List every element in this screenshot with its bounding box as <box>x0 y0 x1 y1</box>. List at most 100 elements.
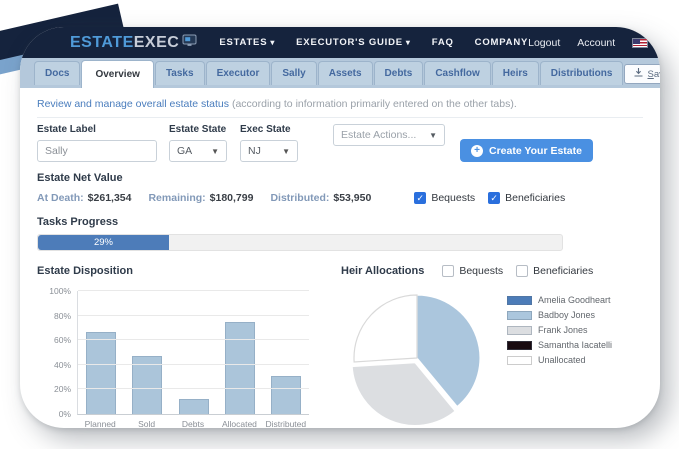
legend-item: Unallocated <box>507 355 612 365</box>
x-tick-label: Sold <box>123 419 169 428</box>
stat-label: Remaining: <box>148 192 205 204</box>
y-tick-label: 20% <box>54 384 71 394</box>
tab-docs[interactable]: Docs <box>34 61 80 85</box>
legend-label: Badboy Jones <box>538 310 595 320</box>
tab-cashflow[interactable]: Cashflow <box>424 61 490 85</box>
nav-item-label: FAQ <box>432 37 454 48</box>
nav-item-company[interactable]: COMPANY <box>475 37 528 48</box>
estate-state-value: GA <box>177 145 192 157</box>
checkbox-beneficiaries[interactable]: Beneficiaries <box>516 265 593 277</box>
estate-state-select[interactable]: GA ▼ <box>169 140 227 162</box>
checkbox-label: Bequests <box>459 265 503 277</box>
heir-allocations-chart: Heir Allocations BequestsBeneficiaries A… <box>333 265 643 428</box>
page-description: Review and manage overall estate status … <box>37 98 643 110</box>
net-value-stats: At Death:$261,354 Remaining:$180,799 Distr… <box>37 192 388 204</box>
pie-legend: Amelia GoodheartBadboy JonesFrank JonesS… <box>507 295 612 428</box>
gridline <box>78 388 309 389</box>
estate-actions-select[interactable]: Estate Actions... ▼ <box>333 124 445 146</box>
estate-state-field: Estate State GA ▼ <box>169 124 227 162</box>
charts-row: Estate Disposition 0%20%40%60%80%100% Pl… <box>37 265 643 428</box>
legend-swatch <box>507 341 532 350</box>
bar-column <box>263 291 309 414</box>
nav-item-faq[interactable]: FAQ <box>432 37 454 48</box>
nav-item-estates[interactable]: ESTATES▾ <box>219 37 275 48</box>
estate-actions-field: Estate Actions... ▼ <box>333 124 445 146</box>
tab-heirs[interactable]: Heirs <box>492 61 539 85</box>
y-tick-label: 0% <box>59 409 71 419</box>
checked-checkbox-icon: ✓ <box>488 192 500 204</box>
chevron-down-icon: ▼ <box>429 131 437 140</box>
nav-item-executor-s-guide[interactable]: EXECUTOR'S GUIDE▾ <box>296 37 411 48</box>
estate-disposition-chart: Estate Disposition 0%20%40%60%80%100% Pl… <box>37 265 333 428</box>
bar-column <box>78 291 124 414</box>
chevron-down-icon: ▼ <box>211 147 219 156</box>
nav-item-label: ESTATES <box>219 37 267 48</box>
tab-distributions[interactable]: Distributions <box>540 61 624 85</box>
stat-label: Distributed: <box>270 192 329 204</box>
tab-bar: DocsOverviewTasksExecutorSallyAssetsDebt… <box>20 58 660 88</box>
divider <box>37 117 643 118</box>
gridline <box>78 364 309 365</box>
bar-column <box>217 291 263 414</box>
x-tick-label: Distributed <box>263 419 309 428</box>
stat-remaining-: Remaining:$180,799 <box>148 192 253 204</box>
estate-disposition-title: Estate Disposition <box>37 265 333 277</box>
legend-item: Frank Jones <box>507 325 612 335</box>
tab-executor[interactable]: Executor <box>206 61 271 85</box>
stat-at-death-: At Death:$261,354 <box>37 192 131 204</box>
us-flag-icon[interactable] <box>632 38 648 48</box>
estate-label-input[interactable] <box>37 140 157 162</box>
chevron-down-icon: ▼ <box>282 147 290 156</box>
estateexec-app: ESTATE EXEC ESTATES▾ EXECUTOR'S GUIDE▾ FAQ… <box>0 0 679 449</box>
x-tick-label: Allocated <box>216 419 262 428</box>
create-estate-label: Create Your Estate <box>489 145 582 157</box>
tab-overview[interactable]: Overview <box>81 60 153 88</box>
tab-tasks[interactable]: Tasks <box>155 61 205 85</box>
estate-actions-placeholder: Estate Actions... <box>341 129 416 141</box>
tab-sally[interactable]: Sally <box>271 61 316 85</box>
create-estate-button[interactable]: + Create Your Estate <box>460 139 593 162</box>
tasks-progress-bar: 29% <box>37 234 563 251</box>
bar-distributed <box>271 376 301 414</box>
logout-link[interactable]: Logout <box>528 37 560 49</box>
checked-checkbox-icon: ✓ <box>414 192 426 204</box>
legend-item: Badboy Jones <box>507 310 612 320</box>
estate-label-field: Estate Label <box>37 124 157 162</box>
overview-content: Review and manage overall estate status … <box>20 88 660 428</box>
description-muted: (according to information primarily ente… <box>232 98 517 110</box>
bar-allocated <box>225 322 255 414</box>
exec-state-field: Exec State NJ ▼ <box>240 124 298 162</box>
legend-swatch <box>507 356 532 365</box>
exec-state-select[interactable]: NJ ▼ <box>240 140 298 162</box>
tab-debts[interactable]: Debts <box>374 61 424 85</box>
tasks-progress-label: 29% <box>94 237 113 248</box>
tab-actions: Save All ⊘ Cancel All <box>624 64 660 84</box>
stat-label: At Death: <box>37 192 84 204</box>
estateexec-logo[interactable]: ESTATE EXEC <box>70 34 197 52</box>
account-link[interactable]: Account <box>577 37 615 49</box>
unchecked-checkbox-icon <box>442 265 454 277</box>
top-navbar: ESTATE EXEC ESTATES▾ EXECUTOR'S GUIDE▾ FAQ… <box>20 27 660 58</box>
checkbox-beneficiaries[interactable]: ✓Beneficiaries <box>488 192 565 204</box>
heir-allocations-header: Heir Allocations Bequests Beneficiaries <box>341 265 643 277</box>
pie-area: Amelia GoodheartBadboy JonesFrank JonesS… <box>341 283 643 428</box>
logo-text-exec: EXEC <box>134 34 180 52</box>
exec-state-caption: Exec State <box>240 124 298 135</box>
nav-item-label: EXECUTOR'S GUIDE <box>296 37 403 48</box>
monitor-icon <box>182 34 197 52</box>
pie-chart <box>345 283 495 428</box>
tab-assets[interactable]: Assets <box>318 61 373 85</box>
checkbox-bequests[interactable]: Bequests <box>442 265 503 277</box>
legend-label: Frank Jones <box>538 325 588 335</box>
download-icon <box>634 68 643 80</box>
bar-debts <box>179 399 209 414</box>
save-all-button[interactable]: Save All <box>624 64 660 84</box>
legend-label: Unallocated <box>538 355 586 365</box>
heir-allocations-title: Heir Allocations <box>341 265 424 277</box>
checkbox-label: Bequests <box>431 192 475 204</box>
bar-sold <box>132 356 162 414</box>
net-value-row: At Death:$261,354 Remaining:$180,799 Distr… <box>37 192 643 204</box>
bars <box>78 291 309 414</box>
bar-plot-area: 0%20%40%60%80%100% <box>77 291 309 415</box>
checkbox-bequests[interactable]: ✓ Bequests <box>414 192 475 204</box>
